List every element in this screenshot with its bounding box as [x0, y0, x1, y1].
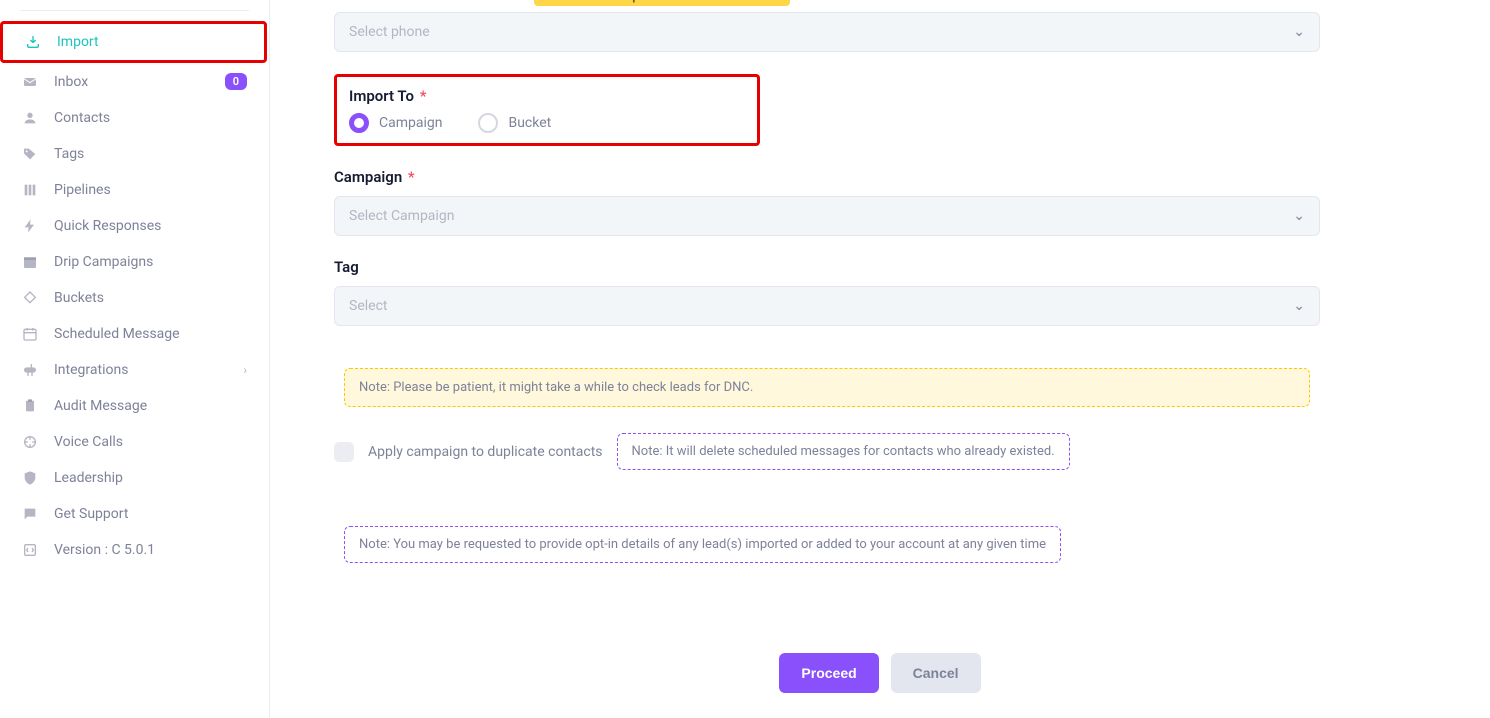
sidebar-item-buckets[interactable]: Buckets — [0, 280, 269, 316]
calendar-icon — [22, 254, 38, 270]
sidebar-item-audit-message[interactable]: Audit Message — [0, 388, 269, 424]
select-campaign-placeholder: Select Campaign — [349, 208, 454, 224]
radio-unchecked-icon — [478, 113, 498, 133]
download-icon — [25, 34, 41, 50]
sending-phone-row: Sending Phone Number select For more pho… — [334, 0, 1426, 6]
sidebar-item-label: Inbox — [54, 74, 225, 90]
columns-icon — [22, 182, 38, 198]
sidebar-item-label: Pipelines — [54, 182, 247, 198]
calendar2-icon — [22, 326, 38, 342]
version-label: Version : C 5.0.1 — [54, 542, 247, 558]
note-duplicate: Note: It will delete scheduled messages … — [617, 433, 1070, 470]
select-phone-placeholder: Select phone — [349, 24, 430, 40]
required-asterisk: * — [404, 168, 414, 186]
bolt-icon — [22, 218, 38, 234]
sidebar-item-voice-calls[interactable]: Voice Calls — [0, 424, 269, 460]
tag-label: Tag — [334, 258, 1426, 276]
shield-icon — [22, 470, 38, 486]
sidebar-item-label: Voice Calls — [54, 434, 247, 450]
sidebar-item-pipelines[interactable]: Pipelines — [0, 172, 269, 208]
sidebar-item-drip-campaigns[interactable]: Drip Campaigns — [0, 244, 269, 280]
clipboard-icon — [22, 398, 38, 414]
sidebar-item-label: Drip Campaigns — [54, 254, 247, 270]
sidebar-item-label: Quick Responses — [54, 218, 247, 234]
sidebar-item-label: Leadership — [54, 470, 247, 486]
sidebar-item-label: Integrations — [54, 362, 243, 378]
inbox-badge: 0 — [225, 73, 247, 90]
phone-icon — [22, 434, 38, 450]
proceed-button[interactable]: Proceed — [779, 653, 878, 693]
radio-label-bucket: Bucket — [508, 115, 551, 131]
sidebar-divider — [20, 10, 249, 11]
select-campaign-dropdown[interactable]: Select Campaign ⌄ — [334, 196, 1320, 236]
sidebar-item-label: Get Support — [54, 506, 247, 522]
mail-icon — [22, 74, 38, 90]
radio-bucket[interactable]: Bucket — [478, 113, 551, 133]
note-optin: Note: You may be requested to provide op… — [344, 526, 1061, 563]
apply-duplicate-checkbox[interactable] — [334, 442, 354, 462]
bucket-icon — [22, 290, 38, 306]
select-tag-placeholder: Select — [349, 298, 387, 314]
button-row: Proceed Cancel — [334, 653, 1426, 693]
sidebar-item-import[interactable]: Import — [3, 24, 264, 60]
phone-warning-pill: select For more phone numbers to be used… — [534, 0, 789, 6]
sidebar-item-label: Scheduled Message — [54, 326, 247, 342]
sidebar-item-version: Version : C 5.0.1 — [0, 532, 269, 568]
sidebar-item-contacts[interactable]: Contacts — [0, 100, 269, 136]
chevron-right-icon: › — [243, 363, 247, 377]
sidebar-item-label: Tags — [54, 146, 247, 162]
sidebar-item-get-support[interactable]: Get Support — [0, 496, 269, 532]
note-dnc: Note: Please be patient, it might take a… — [344, 368, 1310, 407]
radio-checked-icon — [349, 113, 369, 133]
sidebar: Import Inbox 0 Contacts Tags — [0, 0, 270, 718]
sidebar-item-label: Buckets — [54, 290, 247, 306]
sidebar-item-label: Import — [57, 34, 242, 50]
highlight-import-to: Import To * Campaign Bucket — [334, 74, 760, 146]
user-icon — [22, 110, 38, 126]
chat-icon — [22, 506, 38, 522]
required-asterisk: * — [416, 87, 426, 105]
select-phone-dropdown[interactable]: Select phone ⌄ — [334, 12, 1320, 52]
radio-label-campaign: Campaign — [379, 115, 442, 131]
cancel-button[interactable]: Cancel — [891, 653, 981, 693]
sidebar-item-quick-responses[interactable]: Quick Responses — [0, 208, 269, 244]
sidebar-item-tags[interactable]: Tags — [0, 136, 269, 172]
chevron-down-icon: ⌄ — [1293, 298, 1305, 314]
chevron-down-icon: ⌄ — [1293, 24, 1305, 40]
select-tag-dropdown[interactable]: Select ⌄ — [334, 286, 1320, 326]
tag-icon — [22, 146, 38, 162]
code-icon — [22, 542, 38, 558]
radio-campaign[interactable]: Campaign — [349, 113, 442, 133]
sidebar-item-inbox[interactable]: Inbox 0 — [0, 63, 269, 100]
sidebar-item-scheduled-message[interactable]: Scheduled Message — [0, 316, 269, 352]
sidebar-item-label: Contacts — [54, 110, 247, 126]
chevron-down-icon: ⌄ — [1293, 208, 1305, 224]
plug-icon — [22, 362, 38, 378]
sidebar-item-leadership[interactable]: Leadership — [0, 460, 269, 496]
main-content: Sending Phone Number select For more pho… — [270, 0, 1490, 718]
sidebar-item-integrations[interactable]: Integrations › — [0, 352, 269, 388]
apply-duplicate-row: Apply campaign to duplicate contacts Not… — [334, 433, 1426, 470]
import-to-label: Import To * — [341, 87, 637, 105]
sidebar-item-label: Audit Message — [54, 398, 247, 414]
campaign-label: Campaign * — [334, 168, 1426, 186]
highlight-import: Import — [0, 21, 267, 63]
apply-duplicate-label: Apply campaign to duplicate contacts — [368, 444, 603, 460]
